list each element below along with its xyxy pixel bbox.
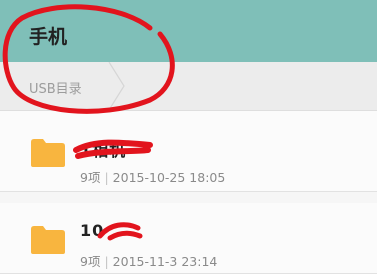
folder-meta: 9项 | 2015-11-3 23:14 xyxy=(80,251,217,270)
folder-meta: 9项 | 2015-10-25 18:05 xyxy=(80,167,225,186)
breadcrumb: USB目录 xyxy=(0,62,377,111)
meta-separator: | xyxy=(104,254,109,269)
item-count: 9项 xyxy=(80,170,101,185)
modified-date: 2015-11-3 23:14 xyxy=(112,254,218,269)
meta-separator: | xyxy=(104,170,109,185)
chevron-right-icon xyxy=(108,62,125,110)
breadcrumb-item-usb[interactable]: USB目录 xyxy=(29,78,82,97)
item-count: 9项 xyxy=(80,254,101,269)
list-item[interactable]: 10 9项 | 2015-11-3 23:14 xyxy=(0,203,377,274)
folder-icon xyxy=(31,139,65,167)
folder-name: 10 xyxy=(80,221,105,240)
modified-date: 2015-10-25 18:05 xyxy=(112,170,226,185)
folder-icon xyxy=(31,226,65,254)
folder-name: 1相机 xyxy=(80,141,127,160)
page-title: 手机 xyxy=(29,26,68,48)
app-header: 手机 xyxy=(0,0,377,62)
list-item[interactable]: 1相机 9项 | 2015-10-25 18:05 xyxy=(0,111,377,192)
